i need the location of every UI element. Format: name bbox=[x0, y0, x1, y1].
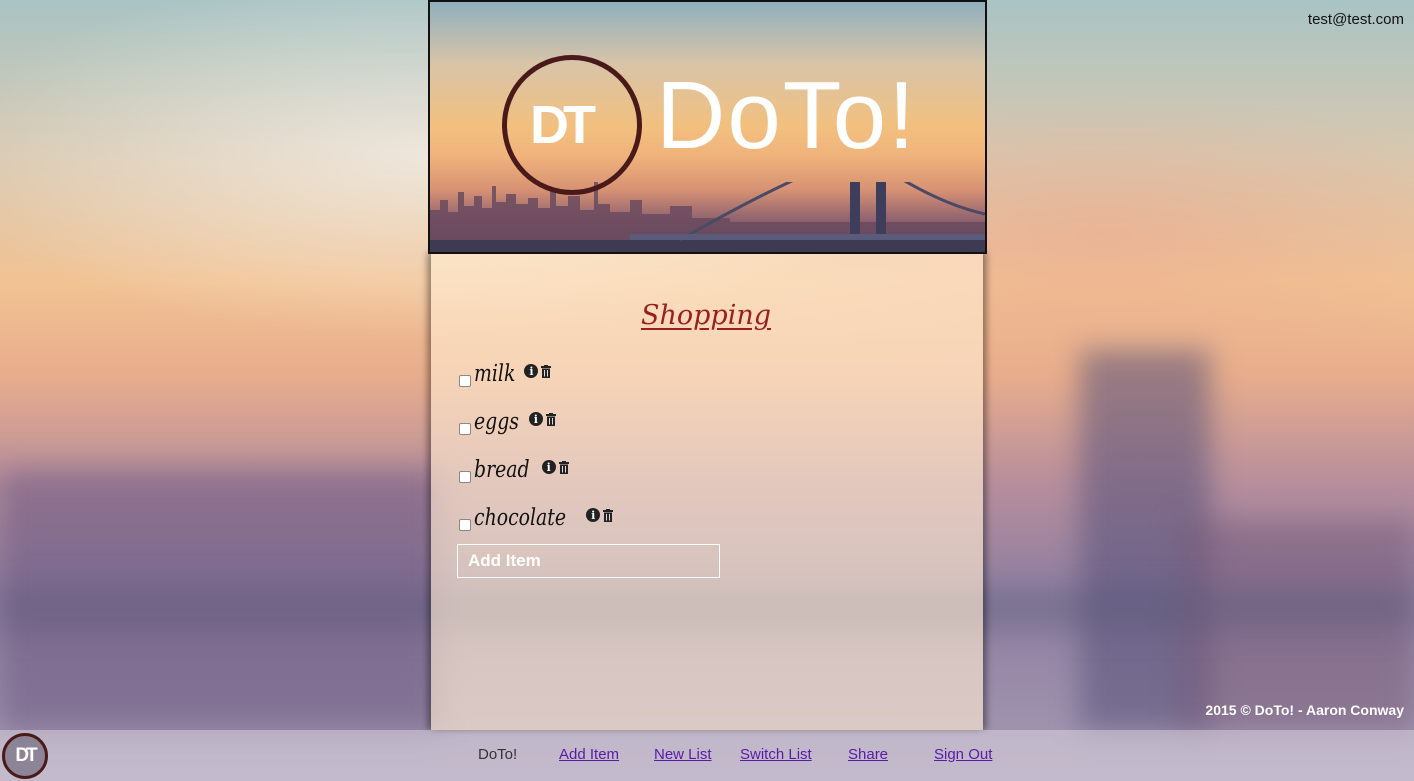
item-actions: i bbox=[586, 508, 614, 522]
list-item: eggs i bbox=[459, 398, 613, 446]
info-icon[interactable]: i bbox=[524, 364, 539, 378]
todo-list: milk i eggs i bread i chocolate i bbox=[459, 350, 614, 542]
trash-icon[interactable] bbox=[558, 460, 569, 474]
item-label: eggs bbox=[474, 409, 519, 435]
trash-icon[interactable] bbox=[541, 364, 552, 378]
city-skyline-image bbox=[430, 182, 985, 252]
item-actions: i bbox=[524, 364, 552, 378]
item-label: chocolate bbox=[474, 505, 567, 531]
user-email: test@test.com bbox=[1307, 11, 1404, 28]
info-icon[interactable]: i bbox=[541, 460, 556, 474]
list-item: milk i bbox=[459, 350, 613, 398]
hero-banner: DT DoTo! bbox=[428, 0, 987, 254]
item-checkbox[interactable] bbox=[459, 471, 471, 483]
info-icon[interactable]: i bbox=[528, 412, 543, 426]
list-item: chocolate i bbox=[459, 494, 614, 542]
item-label: milk bbox=[474, 361, 516, 387]
navbar-logo-icon[interactable]: DT bbox=[2, 733, 48, 779]
item-actions: i bbox=[528, 412, 556, 426]
list-item: bread i bbox=[459, 446, 613, 494]
trash-icon[interactable] bbox=[545, 412, 556, 426]
copyright-text: 2015 © DoTo! - Aaron Conway bbox=[1205, 702, 1404, 718]
nav-add-item-link[interactable]: Add Item bbox=[559, 746, 619, 763]
nav-new-list-link[interactable]: New List bbox=[654, 746, 712, 763]
item-checkbox[interactable] bbox=[459, 423, 471, 435]
trash-icon[interactable] bbox=[603, 508, 614, 522]
item-checkbox[interactable] bbox=[459, 519, 471, 531]
nav-sign-out-link[interactable]: Sign Out bbox=[934, 746, 992, 763]
info-icon[interactable]: i bbox=[586, 508, 601, 522]
list-title[interactable]: Shopping bbox=[641, 300, 771, 331]
nav-switch-list-link[interactable]: Switch List bbox=[740, 746, 812, 763]
item-checkbox[interactable] bbox=[459, 375, 471, 387]
logo-mark: DT bbox=[530, 95, 596, 155]
item-actions: i bbox=[541, 460, 569, 474]
nav-share-link[interactable]: Share bbox=[848, 746, 888, 763]
app-logo-title: DoTo! bbox=[656, 62, 917, 169]
list-title-row: Shopping bbox=[0, 300, 1414, 331]
item-label: bread bbox=[474, 457, 530, 483]
navbar-brand: DoTo! bbox=[478, 746, 518, 763]
add-item-input[interactable] bbox=[457, 544, 720, 578]
navbar-logo-mark: DT bbox=[15, 745, 37, 766]
